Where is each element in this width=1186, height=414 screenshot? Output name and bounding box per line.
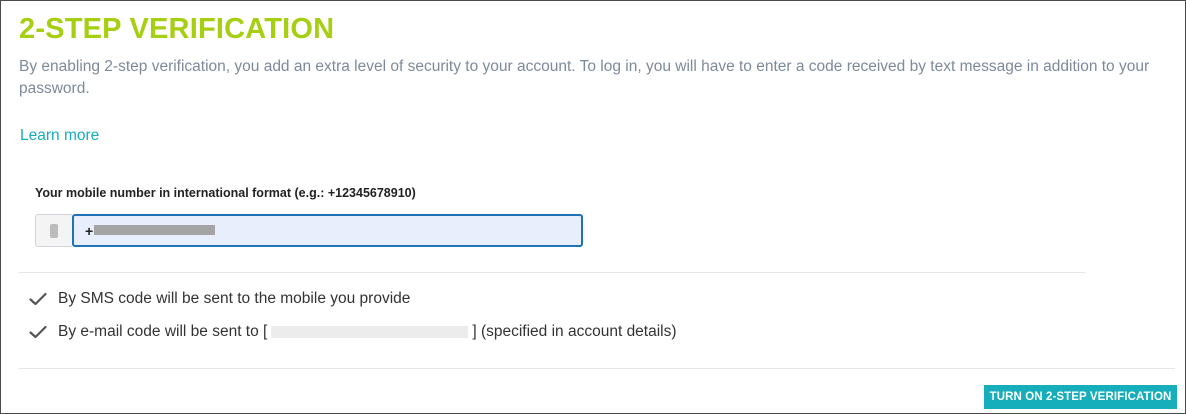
turn-on-2-step-verification-button[interactable]: TURN ON 2-STEP VERIFICATION [984, 385, 1177, 409]
checkmark-icon [29, 292, 47, 306]
two-step-verification-panel: 2-STEP VERIFICATION By enabling 2-step v… [0, 0, 1186, 414]
email-check-item: By e-mail code will be sent to [ ] (spec… [29, 322, 677, 342]
redacted-email [271, 326, 469, 338]
mobile-phone-icon [50, 223, 58, 238]
checkmark-icon [29, 325, 47, 339]
divider [19, 272, 1085, 273]
email-check-text-before: By e-mail code will be sent to [ [58, 323, 268, 340]
learn-more-link[interactable]: Learn more [20, 126, 99, 146]
description-text: By enabling 2-step verification, you add… [19, 58, 1150, 97]
mobile-number-field-group: + [35, 214, 583, 247]
page-title: 2-STEP VERIFICATION [19, 13, 335, 45]
phone-prefix: + [85, 222, 94, 239]
mobile-number-input-wrapper[interactable]: + [72, 214, 583, 247]
phone-addon [35, 214, 72, 247]
email-check-text-after: ] (specified in account details) [472, 323, 677, 340]
redacted-phone-number [94, 225, 215, 235]
mobile-number-label: Your mobile number in international form… [35, 186, 416, 200]
sms-check-text: By SMS code will be sent to the mobile y… [58, 290, 411, 307]
sms-check-item: By SMS code will be sent to the mobile y… [29, 289, 410, 309]
divider [19, 368, 1175, 369]
